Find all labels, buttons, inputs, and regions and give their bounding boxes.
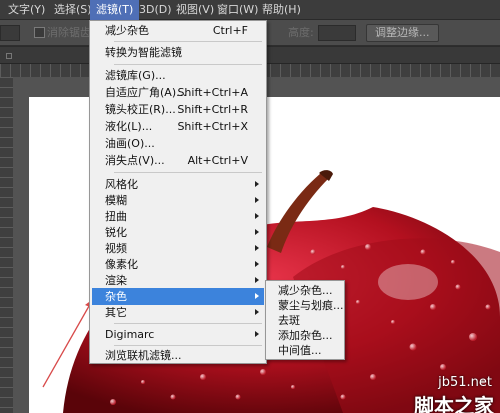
submenu-arrow-icon [255, 245, 259, 251]
noise-submenu: 减少杂色... 蒙尘与划痕... 去斑 添加杂色... 中间值... [265, 280, 345, 360]
menu-item-label: 镜头校正(R)... [105, 103, 176, 116]
menu-item-blur[interactable]: 模糊 [92, 192, 264, 209]
menu-item-sharpen[interactable]: 锐化 [92, 224, 264, 241]
menu-item-label: 扭曲 [105, 210, 127, 223]
menu-separator [114, 41, 262, 42]
menu-item-noise[interactable]: 杂色 [92, 288, 264, 305]
menu-item-other[interactable]: 其它 [92, 304, 264, 321]
menu-item-label: 油画(O)... [105, 137, 155, 150]
submenu-arrow-icon [255, 213, 259, 219]
menu-item-label: 添加杂色... [278, 329, 333, 342]
menu-item-label: 模糊 [105, 194, 127, 207]
submenu-arrow-icon [255, 181, 259, 187]
height-field[interactable] [318, 25, 356, 41]
antialias-label: 消除锯齿 [47, 26, 91, 39]
menu-item-label: 杂色 [105, 290, 127, 303]
menu-item-last-filter[interactable]: 减少杂色 Ctrl+F [92, 22, 264, 39]
watermark-name: 脚本之家 [414, 394, 494, 413]
menu-item-label: 液化(L)... [105, 120, 153, 133]
menu-item-label: 减少杂色 [105, 24, 149, 37]
submenu-arrow-icon [255, 277, 259, 283]
menu-item-adaptive-wide-angle[interactable]: 自适应广角(A)... Shift+Ctrl+A [92, 84, 264, 101]
menu-item-browse-filters-online[interactable]: 浏览联机滤镜... [92, 347, 264, 364]
height-label: 高度: [288, 26, 314, 39]
menu-item-filter-gallery[interactable]: 滤镜库(G)... [92, 67, 264, 84]
menu-item-digimarc[interactable]: Digimarc [92, 326, 264, 343]
submenu-arrow-icon [255, 261, 259, 267]
menu-item-label: 浏览联机滤镜... [105, 349, 182, 362]
menu-item-label: 自适应广角(A)... [105, 86, 187, 99]
shortcut-label: Shift+Ctrl+A [177, 86, 248, 99]
menu-item-label: 风格化 [105, 178, 138, 191]
submenu-arrow-icon [255, 229, 259, 235]
submenu-arrow-icon [255, 309, 259, 315]
menu-item-label: 视频 [105, 242, 127, 255]
tool-preset-chip[interactable] [0, 25, 20, 41]
menu-separator [114, 64, 262, 65]
filter-menu: 减少杂色 Ctrl+F 转换为智能滤镜 滤镜库(G)... 自适应广角(A)..… [89, 20, 267, 364]
menu-item-render[interactable]: 渲染 [92, 272, 264, 289]
menu-item-label: 像素化 [105, 258, 138, 271]
vertical-ruler [0, 77, 13, 413]
menu-item-label: 锐化 [105, 226, 127, 239]
menu-item-vanishing-point[interactable]: 消失点(V)... Alt+Ctrl+V [92, 152, 264, 169]
close-icon[interactable] [6, 53, 12, 59]
menu-filter[interactable]: 滤镜(T) [90, 0, 140, 20]
menu-item-label: 渲染 [105, 274, 127, 287]
menu-item-oil-paint[interactable]: 油画(O)... [92, 135, 264, 152]
shortcut-label: Ctrl+F [212, 24, 248, 37]
menu-item-distort[interactable]: 扭曲 [92, 208, 264, 225]
menu-item-label: 滤镜库(G)... [105, 69, 166, 82]
menu-item-label: 消失点(V)... [105, 154, 165, 167]
submenu-arrow-icon [255, 197, 259, 203]
menu-item-label: Digimarc [105, 328, 155, 341]
menu-item-label: 其它 [105, 306, 127, 319]
submenu-arrow-icon [255, 293, 259, 299]
menu-item-label: 去斑 [278, 314, 300, 327]
menu-item-liquify[interactable]: 液化(L)... Shift+Ctrl+X [92, 118, 264, 135]
shortcut-label: Shift+Ctrl+X [177, 120, 248, 133]
menu-item-convert-smart-filter[interactable]: 转换为智能滤镜 [92, 44, 264, 61]
antialias-checkbox[interactable] [34, 27, 45, 38]
menu-item-label: 转换为智能滤镜 [105, 46, 182, 59]
menu-item-label: 减少杂色... [278, 284, 333, 297]
menu-help[interactable]: 帮助(H) [256, 0, 307, 20]
menu-item-video[interactable]: 视频 [92, 240, 264, 257]
menu-separator [114, 172, 262, 173]
menu-item-lens-correction[interactable]: 镜头校正(R)... Shift+Ctrl+R [92, 101, 264, 118]
shortcut-label: Shift+Ctrl+R [177, 103, 248, 116]
menu-item-stylize[interactable]: 风格化 [92, 176, 264, 193]
refine-edge-button[interactable]: 调整边缘... [366, 24, 439, 42]
menu-item-pixelate[interactable]: 像素化 [92, 256, 264, 273]
menu-separator [114, 345, 262, 346]
menu-item-label: 中间值... [278, 344, 322, 357]
menu-type[interactable]: 文字(Y) [2, 0, 51, 20]
menu-separator [114, 323, 262, 324]
shortcut-label: Alt+Ctrl+V [187, 154, 248, 167]
watermark-url: jb51.net [438, 375, 492, 390]
menu-item-label: 蒙尘与划痕... [278, 299, 344, 312]
submenu-arrow-icon [255, 331, 259, 337]
menu-bar: 文字(Y) 选择(S) 滤镜(T) 3D(D) 视图(V) 窗口(W) 帮助(H… [0, 0, 500, 20]
submenu-item-median[interactable]: 中间值... [268, 342, 342, 359]
